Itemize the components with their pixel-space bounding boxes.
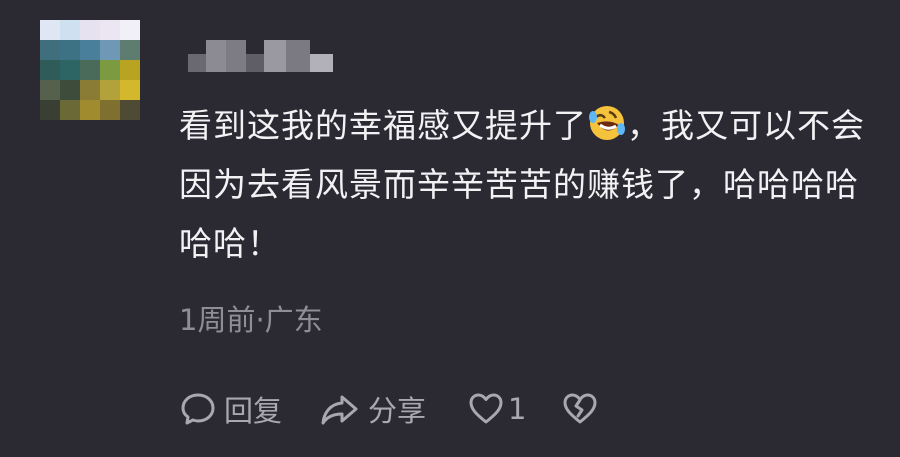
username-blurred[interactable]	[188, 40, 333, 72]
share-arrow-icon	[318, 389, 362, 429]
chat-bubble-icon	[178, 389, 218, 429]
avatar[interactable]	[40, 20, 140, 120]
like-button[interactable]: 1	[466, 389, 526, 429]
share-label: 分享	[368, 394, 427, 428]
reply-label: 回复	[224, 394, 283, 428]
dislike-button[interactable]	[560, 389, 600, 429]
comment-meta: 1周前·广东	[179, 303, 323, 337]
reply-button[interactable]: 回复	[178, 388, 282, 430]
broken-heart-icon	[560, 389, 600, 429]
comment-text-part-1: 看到这我的幸福感又提升了	[179, 106, 587, 145]
comment-text: 看到这我的幸福感又提升了 ，我又可以不会因为去看风景而辛辛苦苦的赚钱了，哈哈哈哈…	[179, 96, 869, 273]
share-button[interactable]: 分享	[318, 388, 426, 430]
comment-actions: 回复 分享 1	[178, 388, 600, 430]
like-count: 1	[508, 392, 527, 426]
rolling-on-floor-laughing-emoji-icon	[587, 102, 627, 142]
heart-icon	[466, 389, 506, 429]
